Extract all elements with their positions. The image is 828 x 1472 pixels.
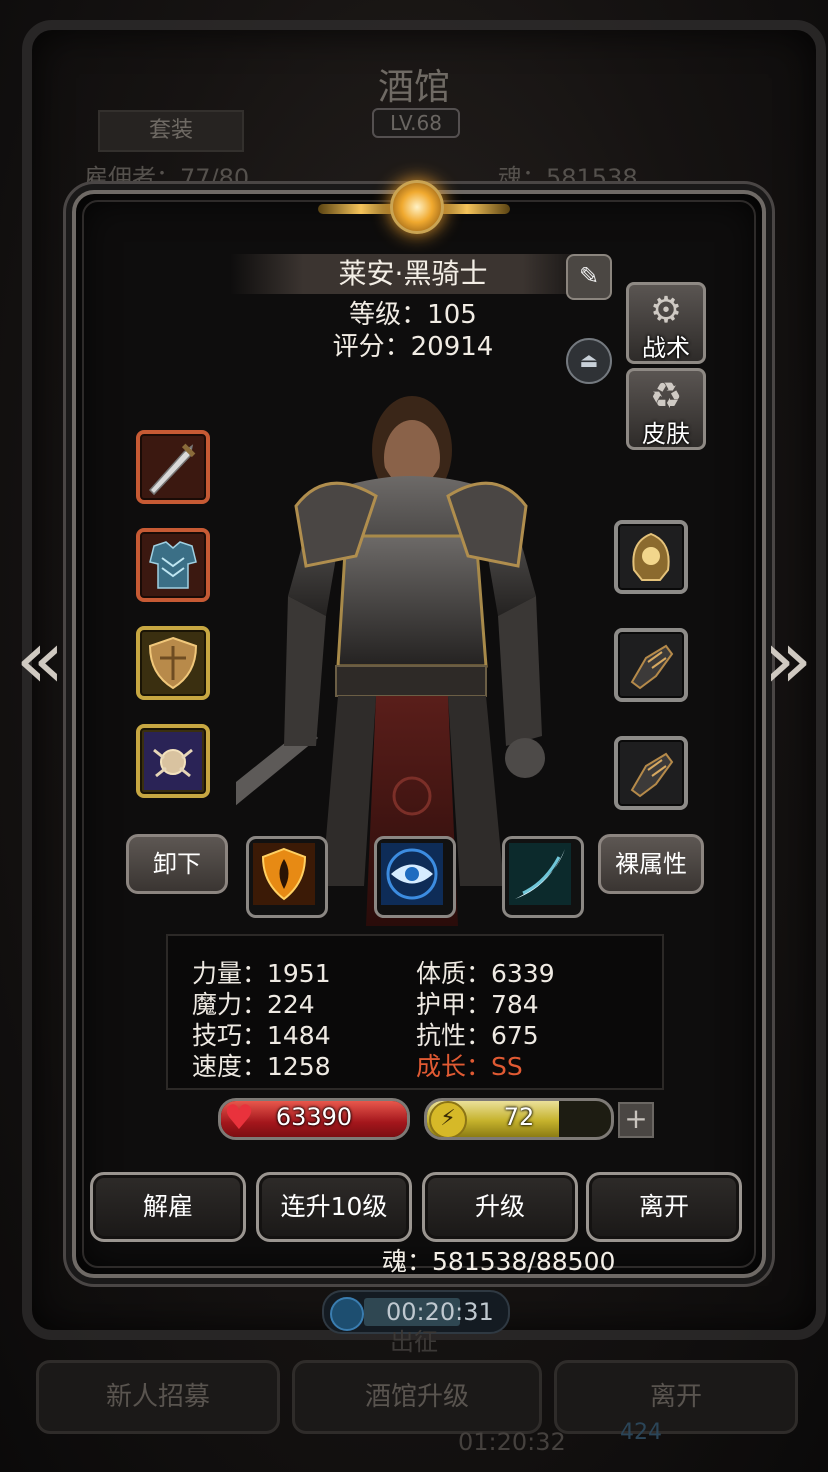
stat-growth: 成长：SS xyxy=(416,1052,523,1081)
add-energy-button[interactable]: + xyxy=(618,1102,654,1138)
equip-slot-boots[interactable] xyxy=(614,736,688,810)
gauntlet-icon xyxy=(630,752,674,798)
emblem-gem xyxy=(390,180,444,234)
equip-slot-armor[interactable] xyxy=(136,528,210,602)
tactics-button[interactable]: ⚙ 战术 xyxy=(626,282,706,364)
next-hero-arrow[interactable]: » xyxy=(760,618,816,702)
skill-slot-2[interactable] xyxy=(374,836,456,918)
secondary-timer: 01:20:32 xyxy=(458,1428,566,1456)
skill-slot-1[interactable] xyxy=(246,836,328,918)
equip-slot-helmet[interactable] xyxy=(614,520,688,594)
hero-score: 评分：20914 xyxy=(332,332,494,362)
energy-bar: 72 ⚡ xyxy=(424,1098,614,1140)
level-up-10-button[interactable]: 连升10级 xyxy=(256,1172,412,1242)
amulet-icon xyxy=(144,732,202,790)
tactics-label: 战术 xyxy=(642,334,690,362)
heart-icon: ♥ xyxy=(223,1098,255,1138)
chest-armor-icon xyxy=(149,541,197,589)
skin-label: 皮肤 xyxy=(642,420,690,448)
tavern-title: 酒馆 xyxy=(377,67,450,108)
slash-icon xyxy=(509,843,571,905)
equip-slot-accessory[interactable] xyxy=(136,724,210,798)
base-attributes-button[interactable]: 裸属性 xyxy=(598,834,704,894)
emblem-icon xyxy=(318,170,510,246)
dismiss-button[interactable]: 解雇 xyxy=(90,1172,246,1242)
soul-cost: 魂：581538/88500 xyxy=(382,1247,616,1276)
helmet-icon xyxy=(632,532,670,581)
pencil-icon: ✎ xyxy=(578,262,600,290)
tavern-upgrade-button: 酒馆升级 xyxy=(292,1360,542,1434)
hp-bar: 63390 ♥ xyxy=(218,1098,410,1140)
stat-speed: 速度：1258 xyxy=(192,1052,331,1081)
unequip-button[interactable]: 卸下 xyxy=(126,834,228,894)
secondary-count: 424 xyxy=(620,1420,662,1445)
chevron-right-icon: » xyxy=(763,613,813,706)
equip-slot-weapon[interactable] xyxy=(136,430,210,504)
recruit-count: 雇佣者：77/80 xyxy=(84,164,250,192)
shirt-swap-icon: ♻ xyxy=(649,376,683,417)
background-soul: 魂：581538 xyxy=(498,164,638,192)
equip-slot-gloves[interactable] xyxy=(614,628,688,702)
skill-slot-3[interactable] xyxy=(502,836,584,918)
set-tab: 套装 xyxy=(98,110,244,152)
prev-hero-arrow[interactable]: « xyxy=(12,618,68,702)
flame-shield-icon xyxy=(253,843,315,905)
chevron-left-icon: « xyxy=(15,613,65,706)
equip-slot-offhand[interactable] xyxy=(136,626,210,700)
lightning-icon: ⚡ xyxy=(429,1101,467,1137)
recruit-button: 新人招募 xyxy=(36,1360,280,1434)
tavern-leave-button: 离开 xyxy=(554,1360,798,1434)
expedition-label: 出征 xyxy=(390,1328,438,1356)
eye-icon xyxy=(381,843,443,905)
hero-name: 莱安·黑骑士 xyxy=(338,257,488,290)
tavern-level: LV.68 xyxy=(372,108,460,138)
leave-button[interactable]: 离开 xyxy=(586,1172,742,1242)
skin-button[interactable]: ♻ 皮肤 xyxy=(626,368,706,450)
sword-icon xyxy=(148,443,196,496)
level-up-button[interactable]: 升级 xyxy=(422,1172,578,1242)
gear-icon: ⚙ xyxy=(649,290,683,331)
shield-icon xyxy=(148,636,198,690)
gauntlet-icon xyxy=(630,644,674,690)
